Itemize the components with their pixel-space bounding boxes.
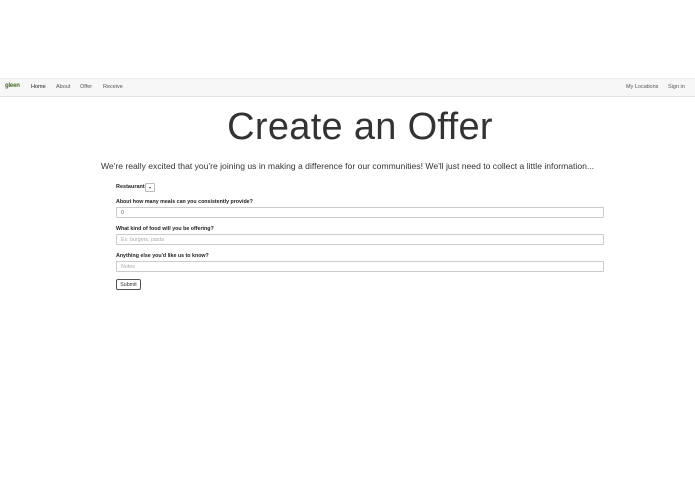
brand-logo[interactable]: gleen [5, 83, 20, 89]
notes-label: Anything else you'd like us to know? [116, 253, 209, 259]
meals-value: 0 [121, 210, 124, 216]
intro-text: We're really excited that you're joining… [100, 161, 595, 171]
notes-input[interactable]: Notes [116, 261, 604, 272]
nav-item-offer[interactable]: Offer [80, 84, 92, 90]
food-input[interactable]: Ex: burgers, pasta [116, 234, 604, 245]
submit-button[interactable]: Submit [116, 279, 141, 290]
nav-item-my-locations[interactable]: My Locations [626, 84, 658, 90]
nav-item-about[interactable]: About [56, 84, 70, 90]
type-select[interactable]: ▾ [145, 183, 155, 192]
chevron-down-icon: ▾ [148, 185, 151, 190]
meals-input[interactable]: 0 [116, 207, 604, 218]
food-label: What kind of food will you be offering? [116, 226, 214, 232]
nav-item-sign-in[interactable]: Sign in [668, 84, 685, 90]
food-placeholder: Ex: burgers, pasta [121, 237, 164, 243]
page-title: Create an Offer [227, 106, 493, 148]
meals-label: About how many meals can you consistentl… [116, 199, 253, 205]
restaurant-label: Restaurant [116, 184, 145, 190]
nav-item-home[interactable]: Home [31, 84, 46, 90]
notes-placeholder: Notes [121, 264, 135, 270]
navbar: gleen Home About Offer Receive My Locati… [0, 78, 695, 97]
nav-item-receive[interactable]: Receive [103, 84, 123, 90]
